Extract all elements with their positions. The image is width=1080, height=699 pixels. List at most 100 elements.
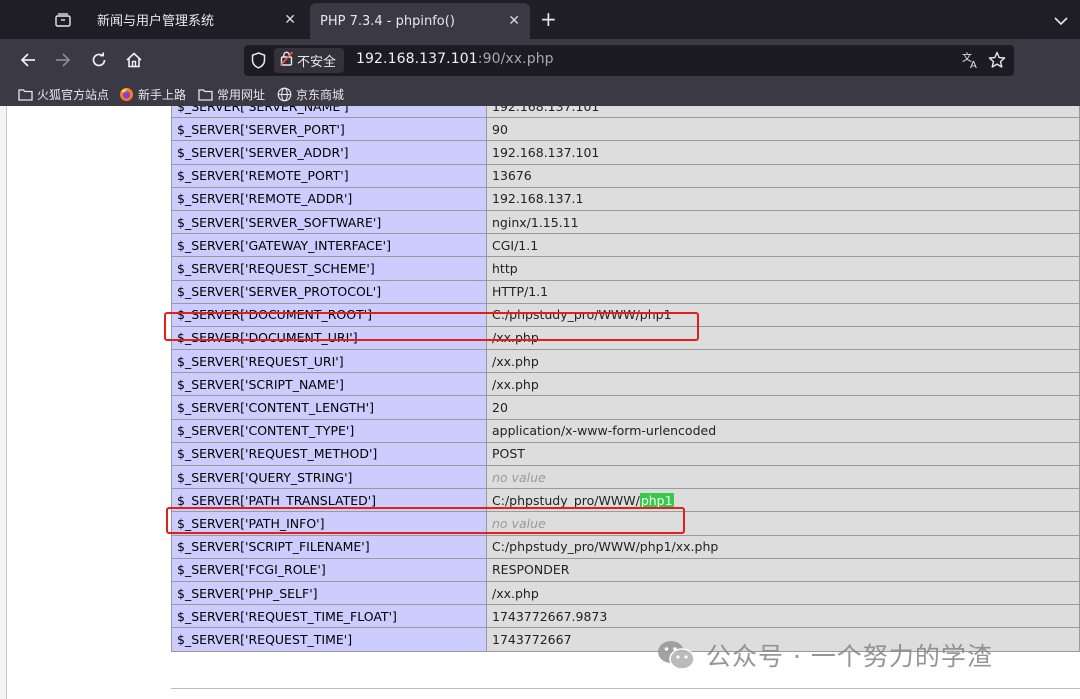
server-var-value: POST: [486, 441, 1080, 467]
bookmark-label: 新手上路: [138, 87, 187, 102]
table-row: $_SERVER['SCRIPT_FILENAME'] C:/phpstudy_p…: [171, 534, 1080, 559]
table-row: $_SERVER['REMOTE_PORT'] 13676: [171, 163, 1080, 188]
watermark-text: 公众号 · 一个努力的学渣: [706, 642, 993, 671]
server-var-name: $_SERVER['REQUEST_SCHEME']: [171, 256, 487, 281]
server-var-value: application/x-www-form-urlencoded: [486, 418, 1080, 443]
wechat-icon: [656, 638, 696, 672]
server-var-name: $_SERVER['SERVER_SOFTWARE']: [171, 209, 487, 235]
server-var-name: $_SERVER['SERVER_PORT']: [171, 117, 487, 142]
folder-icon: [198, 88, 213, 101]
table-row: $_SERVER['REMOTE_ADDR'] 192.168.137.1: [171, 186, 1080, 211]
table-row: $_SERVER['QUERY_STRING'] no value: [171, 464, 1080, 490]
tracking-protection-button[interactable]: [251, 52, 266, 73]
reload-button[interactable]: [88, 49, 110, 71]
new-tab-button[interactable]: +: [540, 8, 557, 30]
site-security-button[interactable]: 不安全: [274, 48, 345, 73]
server-var-name: $_SERVER['REMOTE_ADDR']: [171, 186, 487, 211]
server-var-value: C:/phpstudy_pro/WWW/php1/xx.php: [486, 534, 1080, 559]
folder-icon: [18, 88, 33, 101]
translate-icon: 文A: [962, 51, 977, 71]
bookmark-firefox-official[interactable]: 火狐官方站点: [18, 85, 109, 103]
translate-button[interactable]: 文A: [962, 51, 980, 73]
url-path: :90/xx.php: [477, 51, 554, 67]
table-row: $_SERVER['SERVER_ADDR'] 192.168.137.101: [171, 140, 1080, 165]
table-row: $_SERVER['REQUEST_METHOD'] POST: [171, 441, 1080, 467]
page-content: $_SERVER['SERVER_NAME'] 192.168.137.101 $_…: [0, 106, 1080, 699]
server-var-name: $_SERVER['FCGI_ROLE']: [171, 557, 487, 582]
server-var-value: /xx.php: [486, 349, 1080, 374]
chevron-down-icon: [1054, 17, 1068, 26]
close-tab-icon[interactable]: ✕: [284, 12, 296, 28]
bookmark-common-sites[interactable]: 常用网址: [198, 85, 265, 103]
server-var-name: $_SERVER['SERVER_ADDR']: [171, 140, 487, 165]
server-var-name: $_SERVER['SCRIPT_NAME']: [171, 372, 487, 397]
table-row: $_SERVER['GATEWAY_INTERFACE'] CGI/1.1: [171, 233, 1080, 258]
back-button[interactable]: [17, 49, 39, 71]
table-row: $_SERVER['SERVER_NAME'] 192.168.137.101: [171, 106, 1080, 119]
server-var-name: $_SERVER['REQUEST_METHOD']: [171, 441, 487, 467]
server-var-name: $_SERVER['CONTENT_TYPE']: [171, 418, 487, 443]
close-tab-icon[interactable]: ✕: [508, 13, 520, 29]
annotation-box-path-translated: [166, 507, 685, 534]
server-var-value: 192.168.137.1: [486, 186, 1080, 211]
forward-arrow-icon: [56, 53, 71, 67]
annotation-box-document-root: [164, 312, 699, 341]
server-var-name: $_SERVER['REQUEST_TIME']: [171, 627, 487, 652]
tab-phpinfo[interactable]: PHP 7.3.4 - phpinfo() ✕: [310, 3, 530, 39]
watermark: 公众号 · 一个努力的学渣: [656, 637, 993, 673]
tab-list-button[interactable]: [50, 8, 76, 32]
bookmark-jd-mall[interactable]: 京东商城: [277, 85, 344, 103]
value-text: C:/phpstudy_pro/WWW/: [492, 492, 640, 508]
tab-overview-icon: [55, 13, 71, 27]
home-button[interactable]: [123, 49, 145, 71]
navigation-toolbar: 不安全 192.168.137.101:90/xx.php 文A: [0, 39, 1080, 82]
address-bar[interactable]: 不安全 192.168.137.101:90/xx.php 文A: [244, 45, 1014, 76]
table-bottom-divider: [171, 688, 1080, 689]
selected-text: php1: [639, 492, 674, 508]
server-var-value: RESPONDER: [486, 557, 1080, 582]
server-var-name: $_SERVER['REQUEST_URI']: [171, 349, 487, 374]
svg-text:A: A: [970, 60, 977, 69]
server-var-value: /xx.php: [486, 372, 1080, 397]
server-var-value: 1743772667.9873: [486, 604, 1080, 629]
globe-icon: [277, 87, 292, 102]
server-var-value: 90: [486, 117, 1080, 142]
table-row: $_SERVER['SERVER_SOFTWARE'] nginx/1.15.11: [171, 209, 1080, 235]
tab-label: 新闻与用户管理系统: [97, 14, 215, 29]
bookmark-getting-started[interactable]: 新手上路: [119, 85, 186, 103]
server-var-value: CGI/1.1: [486, 233, 1080, 258]
table-row: $_SERVER['CONTENT_LENGTH'] 20: [171, 395, 1080, 420]
url-host: 192.168.137.101: [356, 51, 478, 67]
table-row: $_SERVER['SERVER_PORT'] 90: [171, 117, 1080, 142]
server-var-value: /xx.php: [486, 580, 1080, 606]
tab-label: PHP 7.3.4 - phpinfo(): [320, 13, 455, 29]
bookmark-label: 常用网址: [217, 87, 266, 102]
server-var-value: 20: [486, 395, 1080, 420]
server-var-value: HTTP/1.1: [486, 279, 1080, 304]
bookmark-label: 京东商城: [296, 87, 345, 102]
table-row: $_SERVER['CONTENT_TYPE'] application/x-ww…: [171, 418, 1080, 443]
bookmark-star-button[interactable]: [988, 51, 1006, 73]
list-all-tabs-button[interactable]: [1054, 11, 1068, 30]
server-var-value: http: [486, 256, 1080, 281]
forward-button[interactable]: [52, 49, 74, 71]
table-row: $_SERVER['REQUEST_TIME_FLOAT'] 1743772667…: [171, 604, 1080, 629]
phpinfo-server-table: $_SERVER['SERVER_NAME'] 192.168.137.101 $_…: [171, 106, 1080, 652]
url-text[interactable]: 192.168.137.101:90/xx.php: [356, 51, 554, 67]
server-var-value: 192.168.137.101: [486, 140, 1080, 165]
server-var-name: $_SERVER['GATEWAY_INTERFACE']: [171, 233, 487, 258]
bookmarks-toolbar: 火狐官方站点 新手上路 常用网址 京东商城: [0, 82, 1080, 106]
server-var-name: $_SERVER['SERVER_NAME']: [171, 106, 487, 119]
server-var-name: $_SERVER['REMOTE_PORT']: [171, 163, 487, 188]
server-var-name: $_SERVER['QUERY_STRING']: [171, 464, 487, 490]
tab-strip: 新闻与用户管理系统 ✕ PHP 7.3.4 - phpinfo() ✕ +: [0, 0, 1080, 39]
server-var-name: $_SERVER['REQUEST_TIME_FLOAT']: [171, 604, 487, 629]
table-row: $_SERVER['REQUEST_URI']/xx.php: [171, 349, 1080, 374]
table-row: $_SERVER['FCGI_ROLE'] RESPONDER: [171, 557, 1080, 582]
server-var-name: $_SERVER['SERVER_PROTOCOL']: [171, 279, 487, 304]
reload-icon: [92, 52, 106, 67]
bookmark-label: 火狐官方站点: [37, 87, 110, 102]
server-var-name: $_SERVER['SCRIPT_FILENAME']: [171, 534, 487, 559]
table-row: $_SERVER['PHP_SELF']/xx.php: [171, 580, 1080, 606]
tab-news-system[interactable]: 新闻与用户管理系统 ✕: [84, 0, 306, 39]
